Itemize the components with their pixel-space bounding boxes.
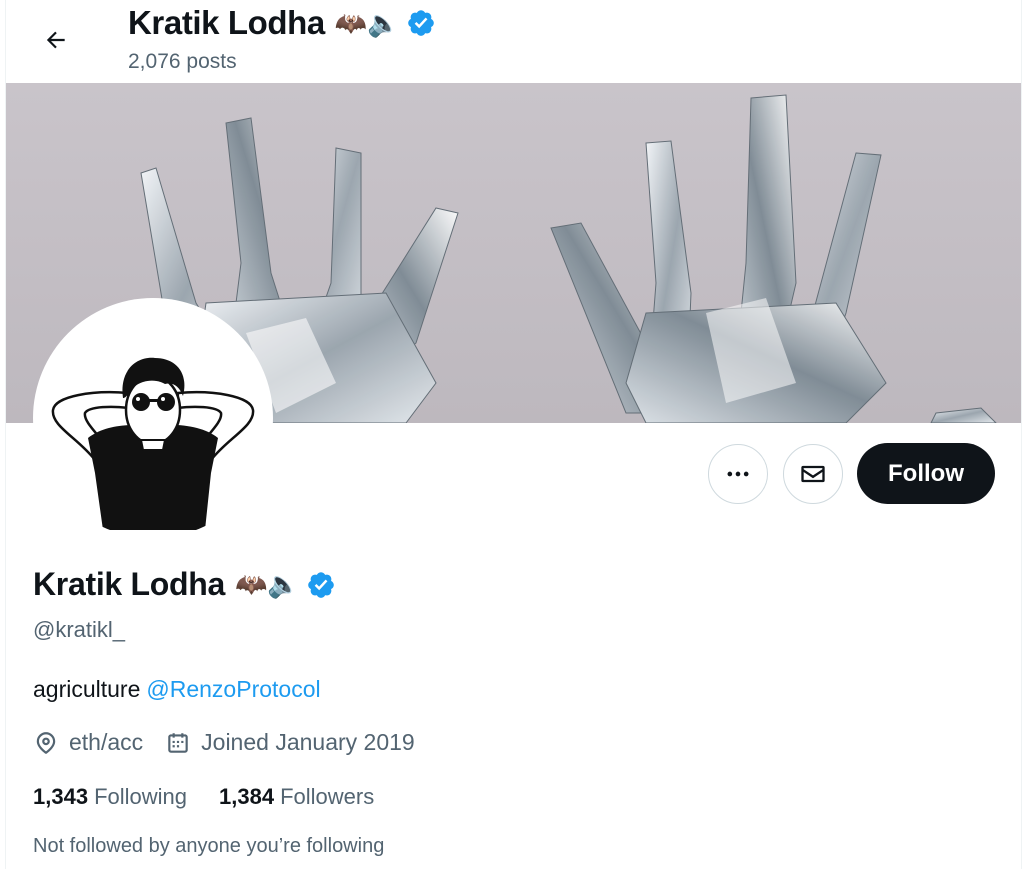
profile-handle: @kratikl_: [33, 617, 126, 642]
profile-display-name: Kratik Lodha: [33, 566, 225, 602]
back-button[interactable]: [36, 20, 76, 60]
frame-border-right: [1021, 0, 1022, 869]
header-name-emojis: 🦇🔈: [334, 7, 400, 38]
arrow-left-icon: [46, 31, 65, 49]
profile-join-date: Joined January 2019: [165, 729, 415, 756]
bio-mention-link[interactable]: @RenzoProtocol: [146, 676, 320, 702]
message-button[interactable]: [783, 444, 843, 504]
followers-stat-link[interactable]: 1,384 Followers: [219, 784, 374, 810]
bio-text: agriculture: [33, 676, 141, 702]
more-horizontal-icon: [727, 471, 749, 477]
following-stat-link[interactable]: 1,343 Following: [33, 784, 187, 810]
followers-label: Followers: [280, 784, 375, 809]
profile-location: eth/acc: [33, 729, 143, 756]
follow-stats-row: 1,343 Following 1,384 Followers: [33, 784, 374, 810]
profile-bio: agriculture @RenzoProtocol: [33, 676, 321, 703]
calendar-icon: [168, 732, 188, 753]
follow-button[interactable]: Follow: [857, 443, 995, 504]
more-options-button[interactable]: [708, 444, 768, 504]
right-crystal-hand: [550, 94, 997, 423]
profile-name-row: Kratik Lodha 🦇🔈: [33, 566, 336, 603]
header-posts-count: 2,076 posts: [128, 50, 237, 74]
location-text: eth/acc: [69, 729, 144, 755]
following-count: 1,343: [33, 784, 89, 809]
followers-count: 1,384: [219, 784, 275, 809]
header-display-name: Kratik Lodha: [128, 4, 325, 41]
location-pin-icon: [36, 731, 56, 754]
posts-count-value: 2,076: [128, 50, 181, 73]
verified-badge-icon[interactable]: [406, 8, 436, 38]
avatar-illustration: [51, 357, 255, 530]
following-label: Following: [94, 784, 187, 809]
header-name-row: Kratik Lodha 🦇🔈: [128, 4, 436, 42]
join-date-text: Joined January 2019: [201, 729, 415, 755]
posts-count-label: posts: [186, 50, 237, 73]
profile-header-bar: Kratik Lodha 🦇🔈 2,076 posts: [6, 0, 1021, 83]
envelope-icon: [801, 465, 825, 483]
mutual-followers-note: Not followed by anyone you’re following: [33, 835, 385, 857]
verified-badge-icon[interactable]: [306, 570, 336, 600]
profile-avatar[interactable]: [33, 298, 273, 538]
profile-name-emojis: 🦇🔈: [234, 569, 300, 599]
profile-meta-row: eth/acc Joined January 2019: [33, 729, 415, 756]
